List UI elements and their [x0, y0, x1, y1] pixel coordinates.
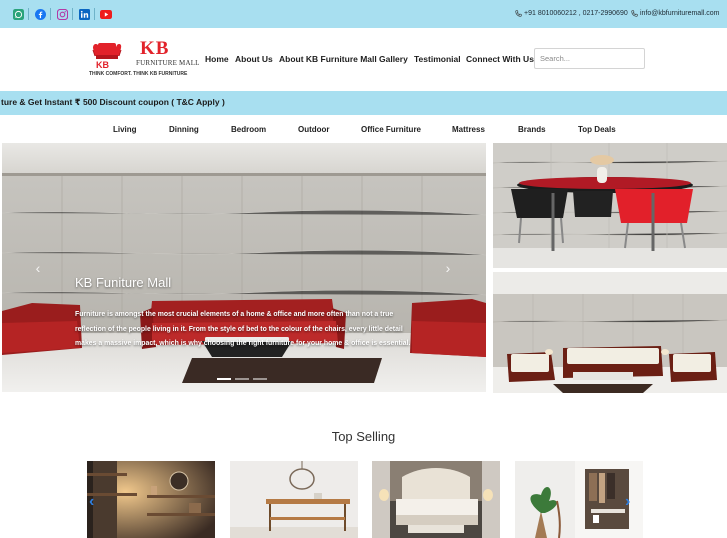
- product-image-wardrobe: [515, 461, 643, 538]
- category-bedroom[interactable]: Bedroom: [231, 125, 266, 134]
- top-selling-title: Top Selling: [331, 429, 396, 444]
- category-brands[interactable]: Brands: [518, 125, 546, 134]
- slider-dot[interactable]: [217, 378, 231, 380]
- search-input[interactable]: [534, 48, 645, 69]
- phone-icon: [515, 10, 522, 17]
- showroom-sofa-image: [2, 143, 486, 392]
- whatsapp-icon[interactable]: [11, 7, 25, 21]
- logo-tagline: THINK COMFORT. THINK KB FURNITURE: [89, 71, 188, 77]
- product-card[interactable]: [372, 461, 500, 538]
- living-room-graphic: [493, 272, 727, 393]
- product-image-console-table: [230, 461, 358, 538]
- divider: [28, 8, 29, 20]
- promo-text: ture & Get Instant ₹ 500 Discount coupon…: [1, 97, 225, 107]
- email-text: info@kbfurnituremall.com: [640, 10, 720, 17]
- category-living[interactable]: Living: [113, 125, 137, 134]
- living-room-image[interactable]: [493, 272, 727, 393]
- slider-dot[interactable]: [235, 378, 249, 380]
- slider-indicators: [217, 378, 267, 380]
- carousel-next-button[interactable]: ›: [625, 493, 630, 511]
- divider: [50, 8, 51, 20]
- hero-slider[interactable]: KB Funiture Mall Furniture is amongst th…: [2, 143, 486, 392]
- category-top-deals[interactable]: Top Deals: [578, 125, 616, 134]
- slide-description: Furniture is amongst the most crucial el…: [75, 311, 411, 347]
- phone-text: +91 8010060212 , 0217-2990690: [524, 10, 628, 17]
- carousel-prev-button[interactable]: ‹: [89, 493, 94, 511]
- product-image-shelves: [87, 461, 215, 538]
- phone-contact[interactable]: +91 8010060212 , 0217-2990690: [515, 10, 628, 17]
- nav-gallery[interactable]: Gallery: [379, 54, 408, 66]
- facebook-icon[interactable]: [33, 7, 47, 21]
- nav-home[interactable]: Home: [205, 54, 229, 66]
- nav-testimonial[interactable]: Testimonial: [414, 54, 461, 66]
- logo-kb-small: KB: [96, 60, 109, 70]
- slider-next-button[interactable]: ›: [442, 261, 454, 275]
- logo-kb: KB: [140, 38, 170, 59]
- category-mattress[interactable]: Mattress: [452, 125, 485, 134]
- category-outdoor[interactable]: Outdoor: [298, 125, 330, 134]
- logo-subtitle: FURNITURE MALL: [136, 59, 200, 67]
- promo-banner: ture & Get Instant ₹ 500 Discount coupon…: [0, 91, 727, 115]
- divider: [94, 8, 95, 20]
- slider-prev-button[interactable]: ‹: [32, 261, 44, 275]
- divider: [72, 8, 73, 20]
- product-card[interactable]: [230, 461, 358, 538]
- category-office-furniture[interactable]: Office Furniture: [361, 125, 421, 134]
- email-contact[interactable]: info@kbfurnituremall.com: [631, 10, 719, 17]
- nav-connect-with-us[interactable]: Connect With Us: [466, 54, 534, 66]
- instagram-icon[interactable]: [55, 7, 69, 21]
- brand-logo[interactable]: KB KB FURNITURE MALL THINK COMFORT. THIN…: [88, 38, 199, 80]
- top-bar: +91 8010060212 , 0217-2990690 info@kbfur…: [0, 0, 727, 28]
- nav-about-kb-furniture-mall[interactable]: About KB Furniture Mall: [279, 54, 377, 66]
- product-card[interactable]: ›: [515, 461, 643, 538]
- nav-about-us[interactable]: About Us: [235, 54, 273, 66]
- linkedin-icon[interactable]: [77, 7, 91, 21]
- slider-dot[interactable]: [253, 378, 267, 380]
- product-image-bedroom: [372, 461, 500, 538]
- dining-set-image[interactable]: [493, 143, 727, 268]
- category-dinning[interactable]: Dinning: [169, 125, 199, 134]
- mail-icon: [631, 10, 638, 17]
- dining-set-graphic: [493, 143, 727, 268]
- slide-title: KB Funiture Mall: [75, 275, 172, 290]
- product-card[interactable]: ‹: [87, 461, 215, 538]
- youtube-icon[interactable]: [99, 7, 113, 21]
- header: KB KB FURNITURE MALL THINK COMFORT. THIN…: [0, 28, 727, 90]
